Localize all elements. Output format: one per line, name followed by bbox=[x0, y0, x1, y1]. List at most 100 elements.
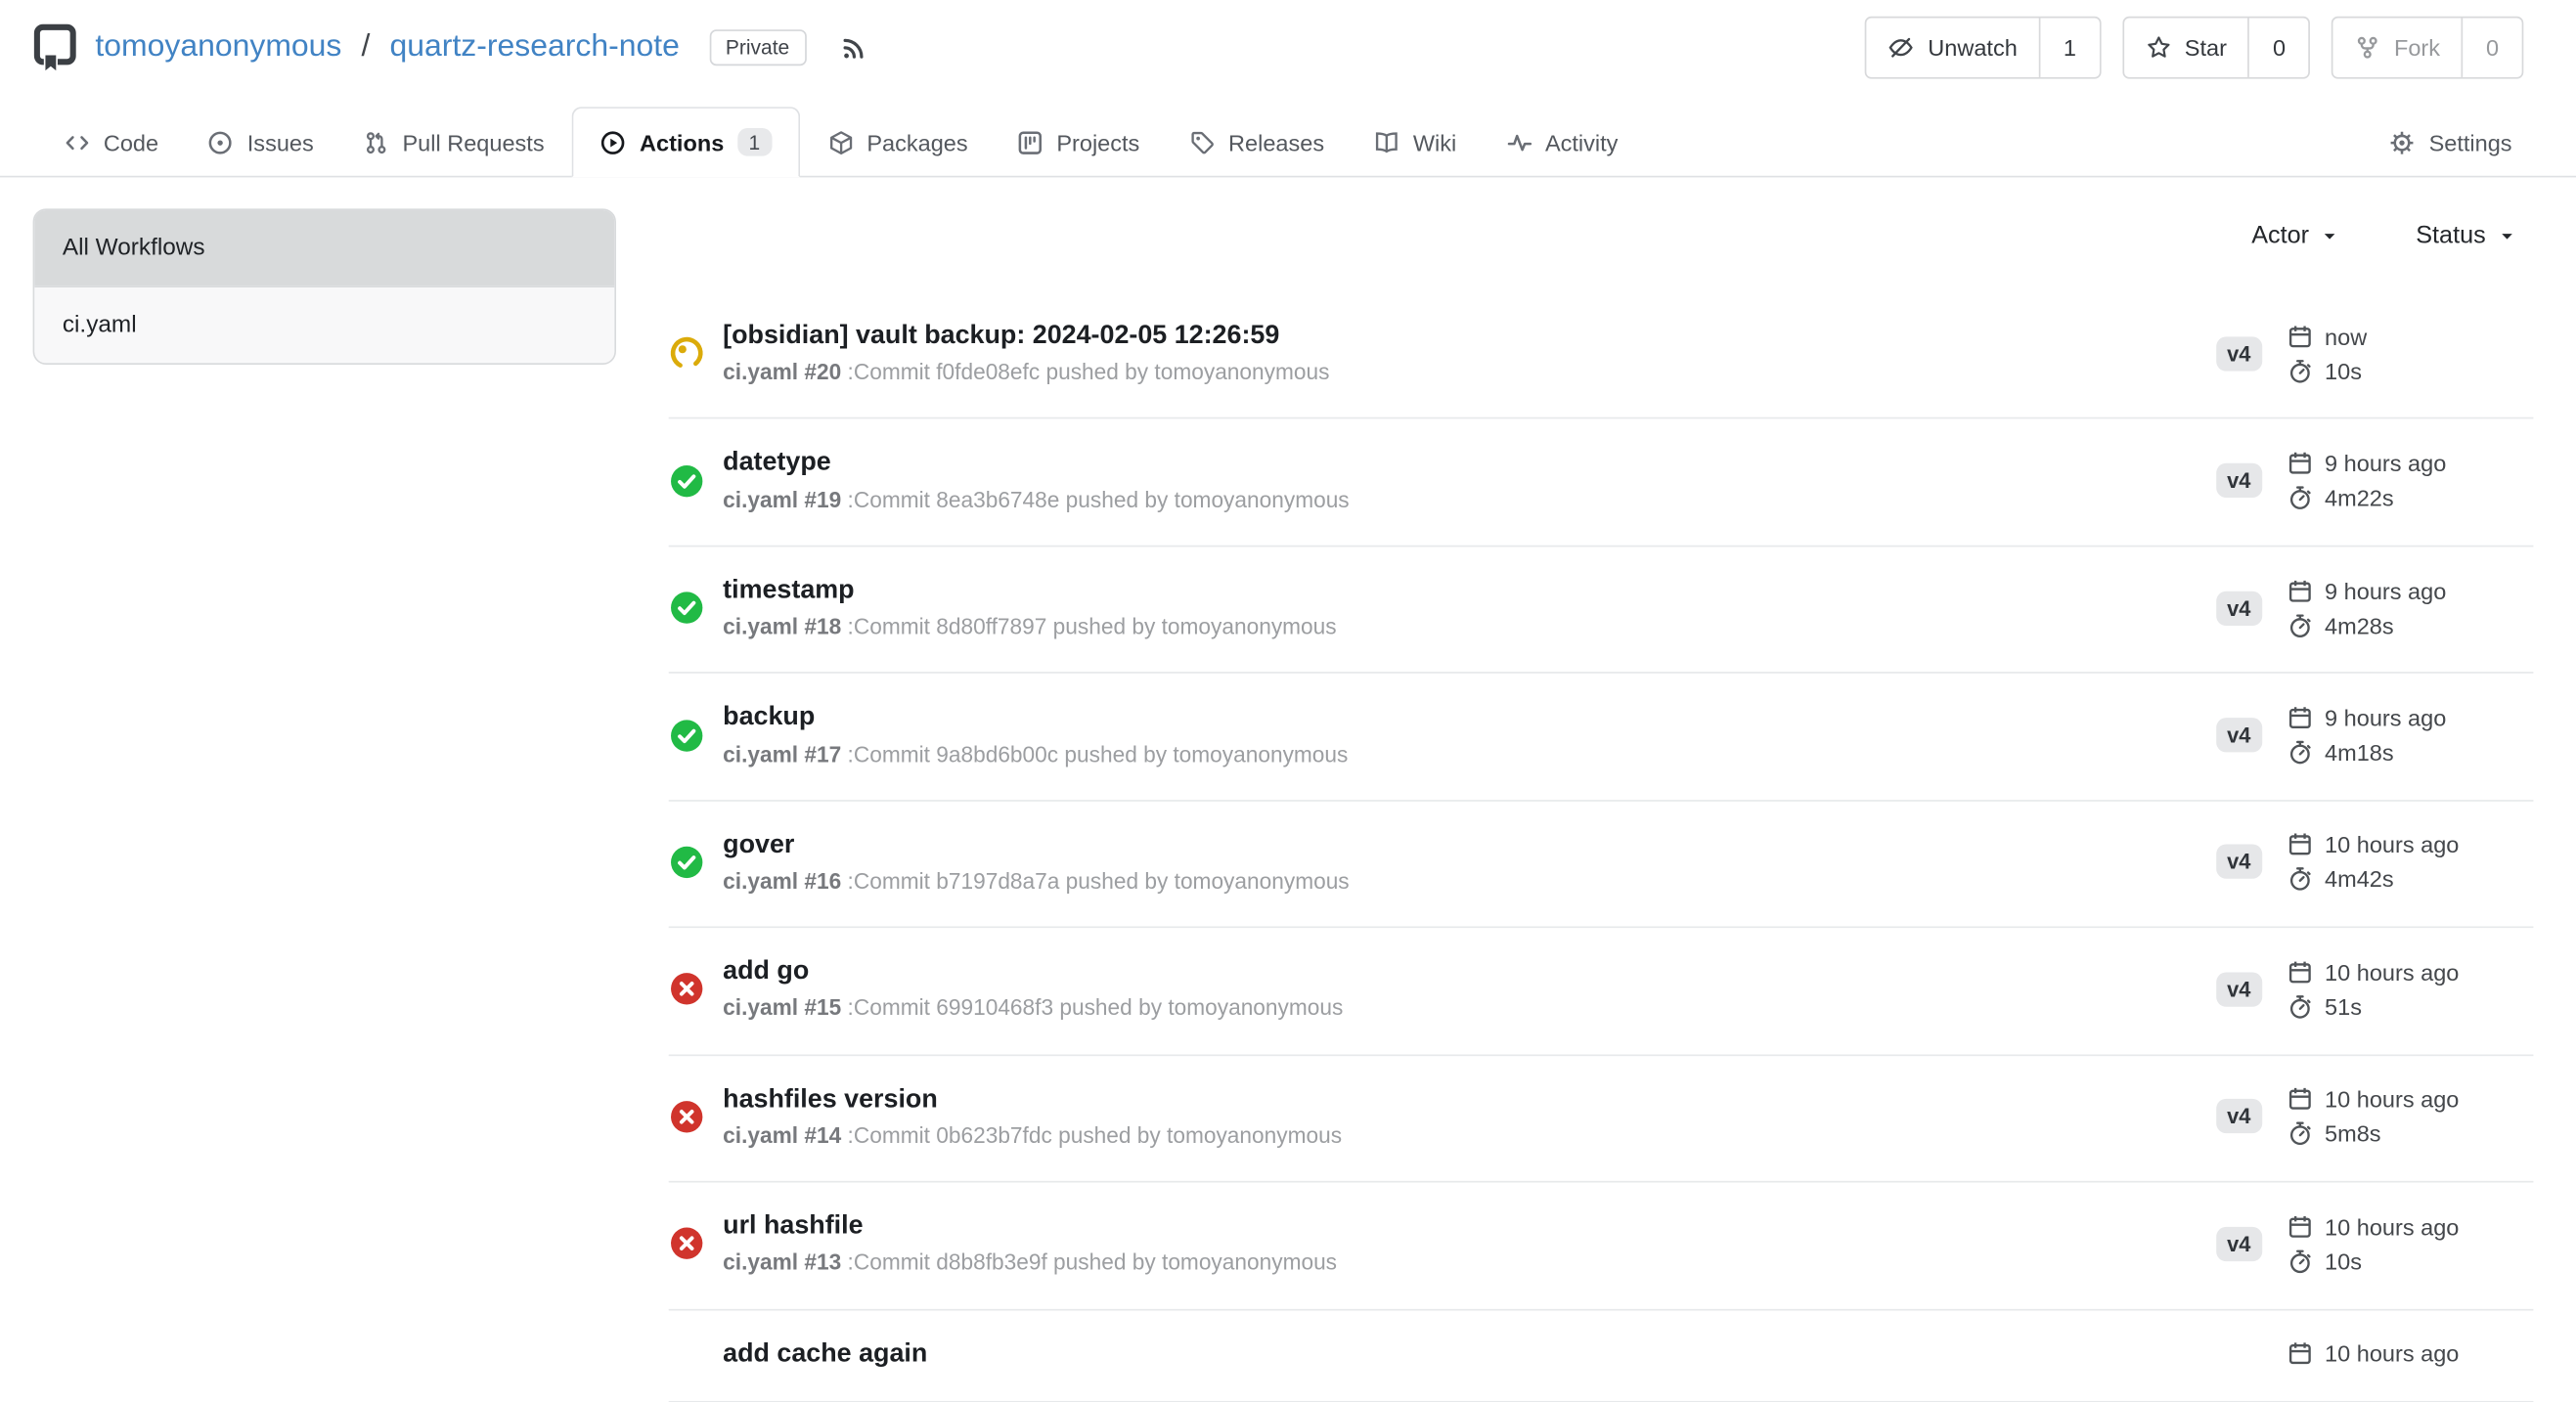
run-title[interactable]: backup bbox=[723, 698, 2215, 736]
run-time-ago-line: 9 hours ago bbox=[2287, 705, 2533, 731]
stopwatch-icon bbox=[2287, 739, 2313, 766]
run-meta: v410 hours ago4m42s bbox=[2215, 832, 2533, 893]
tab-pull-requests-label: Pull Requests bbox=[402, 130, 544, 156]
content-area: All Workflows ci.yaml Actor Status [obsi… bbox=[0, 177, 2576, 1402]
run-workflow-ref[interactable]: ci.yaml #13 bbox=[723, 1250, 841, 1275]
run-duration: 5m8s bbox=[2325, 1120, 2381, 1147]
run-times: now10s bbox=[2287, 323, 2533, 383]
workflow-run-row[interactable]: url hashfile ci.yaml #13 :Commit d8b8fb3e… bbox=[669, 1183, 2534, 1310]
repo-owner-link[interactable]: tomoyanonymous bbox=[95, 29, 341, 66]
workflow-run-row[interactable]: [obsidian] vault backup: 2024-02-05 12:2… bbox=[669, 292, 2534, 419]
run-workflow-ref[interactable]: ci.yaml #18 bbox=[723, 614, 841, 638]
tab-pull-requests[interactable]: Pull Requests bbox=[341, 110, 565, 176]
run-workflow-ref[interactable]: ci.yaml #15 bbox=[723, 996, 841, 1021]
run-title[interactable]: datetype bbox=[723, 444, 2215, 482]
run-workflow-ref[interactable]: ci.yaml #19 bbox=[723, 487, 841, 511]
repo-name-link[interactable]: quartz-research-note bbox=[390, 29, 680, 66]
run-title[interactable]: hashfiles version bbox=[723, 1080, 2215, 1118]
workflow-run-row[interactable]: timestampci.yaml #18 :Commit 8d80ff7897 … bbox=[669, 547, 2534, 674]
package-icon bbox=[827, 130, 854, 156]
stopwatch-icon bbox=[2287, 993, 2313, 1020]
tab-projects[interactable]: Projects bbox=[996, 110, 1161, 176]
workflow-run-row[interactable]: datetypeci.yaml #19 :Commit 8ea3b6748e p… bbox=[669, 419, 2534, 547]
run-title[interactable]: timestamp bbox=[723, 571, 2215, 609]
run-title[interactable]: url hashfile bbox=[723, 1207, 2215, 1246]
run-subtitle: ci.yaml #18 :Commit 8d80ff7897 pushed by… bbox=[723, 611, 2215, 644]
run-commit-info: :Commit 69910468f3 pushed by tomoyanonym… bbox=[848, 996, 1344, 1021]
run-workflow-ref[interactable]: ci.yaml #20 bbox=[723, 360, 841, 384]
run-workflow-ref[interactable]: ci.yaml #14 bbox=[723, 1123, 841, 1148]
actor-filter-dropdown[interactable]: Actor bbox=[2251, 222, 2340, 250]
run-info: gover ci.yaml #16 :Commit b7197d8a7a push… bbox=[723, 826, 2215, 899]
workflow-run-row[interactable]: backupci.yaml #17 :Commit 9a8bd6b00c pus… bbox=[669, 674, 2534, 801]
run-duration-line: 4m18s bbox=[2287, 739, 2533, 766]
tab-activity[interactable]: Activity bbox=[1485, 110, 1639, 176]
run-time-ago-line: 10 hours ago bbox=[2287, 1213, 2533, 1240]
tab-wiki[interactable]: Wiki bbox=[1353, 110, 1478, 176]
fork-count[interactable]: 0 bbox=[2462, 18, 2522, 76]
run-title[interactable]: add go bbox=[723, 953, 2215, 991]
run-duration: 4m22s bbox=[2325, 485, 2394, 511]
tab-issues[interactable]: Issues bbox=[187, 110, 335, 176]
pulse-icon bbox=[1506, 130, 1532, 156]
status-success-icon bbox=[669, 844, 705, 880]
tag-icon bbox=[1189, 130, 1216, 156]
workflow-run-row[interactable]: add goci.yaml #15 :Commit 69910468f3 pus… bbox=[669, 928, 2534, 1055]
run-subtitle: ci.yaml #15 :Commit 69910468f3 pushed by… bbox=[723, 992, 2215, 1026]
run-workflow-ref[interactable]: ci.yaml #17 bbox=[723, 741, 841, 766]
runs-main: Actor Status [obsidian] vault backup: 20… bbox=[669, 177, 2534, 1402]
status-failure-icon bbox=[669, 972, 705, 1008]
tab-code[interactable]: Code bbox=[43, 110, 180, 176]
workflow-run-row[interactable]: gover ci.yaml #16 :Commit b7197d8a7a push… bbox=[669, 801, 2534, 928]
star-button-group: Star 0 bbox=[2122, 17, 2310, 79]
run-commit-info: :Commit b7197d8a7a pushed by tomoyanonym… bbox=[848, 869, 1350, 894]
status-success-icon bbox=[669, 462, 705, 499]
run-commit-info: :Commit f0fde08efc pushed by tomoyanonym… bbox=[848, 360, 1330, 384]
calendar-icon bbox=[2287, 1340, 2313, 1367]
run-times: 9 hours ago 4m18s bbox=[2287, 705, 2533, 766]
repo-title: tomoyanonymous / quartz-research-note Pr… bbox=[33, 23, 867, 72]
tab-actions-label: Actions bbox=[640, 129, 724, 155]
run-times: 10 hours ago51s bbox=[2287, 959, 2533, 1020]
workflow-run-row[interactable]: add cache again10 hours ago bbox=[669, 1310, 2534, 1402]
tab-settings[interactable]: Settings bbox=[2368, 110, 2533, 176]
tab-packages[interactable]: Packages bbox=[806, 110, 989, 176]
tab-releases[interactable]: Releases bbox=[1168, 110, 1346, 176]
run-title[interactable]: gover bbox=[723, 826, 2215, 864]
eye-slash-icon bbox=[1888, 34, 1915, 61]
calendar-icon bbox=[2287, 1086, 2313, 1113]
star-button[interactable]: Star bbox=[2124, 18, 2248, 76]
run-duration: 4m18s bbox=[2325, 739, 2394, 766]
pull-request-icon bbox=[363, 130, 389, 156]
rss-icon[interactable] bbox=[839, 33, 867, 62]
run-time-ago: now bbox=[2325, 323, 2367, 349]
sidebar-item-ci-yaml[interactable]: ci.yaml bbox=[34, 285, 614, 363]
status-placeholder bbox=[669, 1336, 705, 1372]
fork-button[interactable]: Fork bbox=[2333, 18, 2462, 76]
tab-activity-label: Activity bbox=[1545, 130, 1618, 156]
sidebar-item-all-workflows[interactable]: All Workflows bbox=[34, 210, 614, 285]
version-badge: v4 bbox=[2215, 1227, 2262, 1261]
stopwatch-icon bbox=[2287, 612, 2313, 638]
workflow-run-row[interactable]: hashfiles versionci.yaml #14 :Commit 0b6… bbox=[669, 1056, 2534, 1183]
run-time-ago: 10 hours ago bbox=[2325, 1086, 2459, 1113]
version-badge: v4 bbox=[2215, 463, 2262, 498]
run-workflow-ref[interactable]: ci.yaml #16 bbox=[723, 869, 841, 894]
unwatch-button[interactable]: Unwatch bbox=[1867, 18, 2038, 76]
version-badge: v4 bbox=[2215, 591, 2262, 625]
watch-count[interactable]: 1 bbox=[2039, 18, 2100, 76]
run-subtitle: ci.yaml #20 :Commit f0fde08efc pushed by… bbox=[723, 357, 2215, 390]
run-meta: v410 hours ago51s bbox=[2215, 959, 2533, 1020]
tab-actions[interactable]: Actions 1 bbox=[572, 107, 799, 177]
run-title[interactable]: add cache again bbox=[723, 1335, 2287, 1373]
watch-button-group: Unwatch 1 bbox=[1865, 17, 2101, 79]
star-count[interactable]: 0 bbox=[2248, 18, 2309, 76]
status-success-icon bbox=[669, 717, 705, 753]
page: tomoyanonymous / quartz-research-note Pr… bbox=[0, 0, 2576, 1353]
workflows-sidebar: All Workflows ci.yaml bbox=[33, 208, 616, 365]
run-meta: v410 hours ago10s bbox=[2215, 1213, 2533, 1274]
status-filter-dropdown[interactable]: Status bbox=[2416, 222, 2516, 250]
stopwatch-icon bbox=[2287, 866, 2313, 893]
run-commit-info: :Commit d8b8fb3e9f pushed by tomoyanonym… bbox=[848, 1250, 1338, 1275]
run-title[interactable]: [obsidian] vault backup: 2024-02-05 12:2… bbox=[723, 317, 2215, 355]
